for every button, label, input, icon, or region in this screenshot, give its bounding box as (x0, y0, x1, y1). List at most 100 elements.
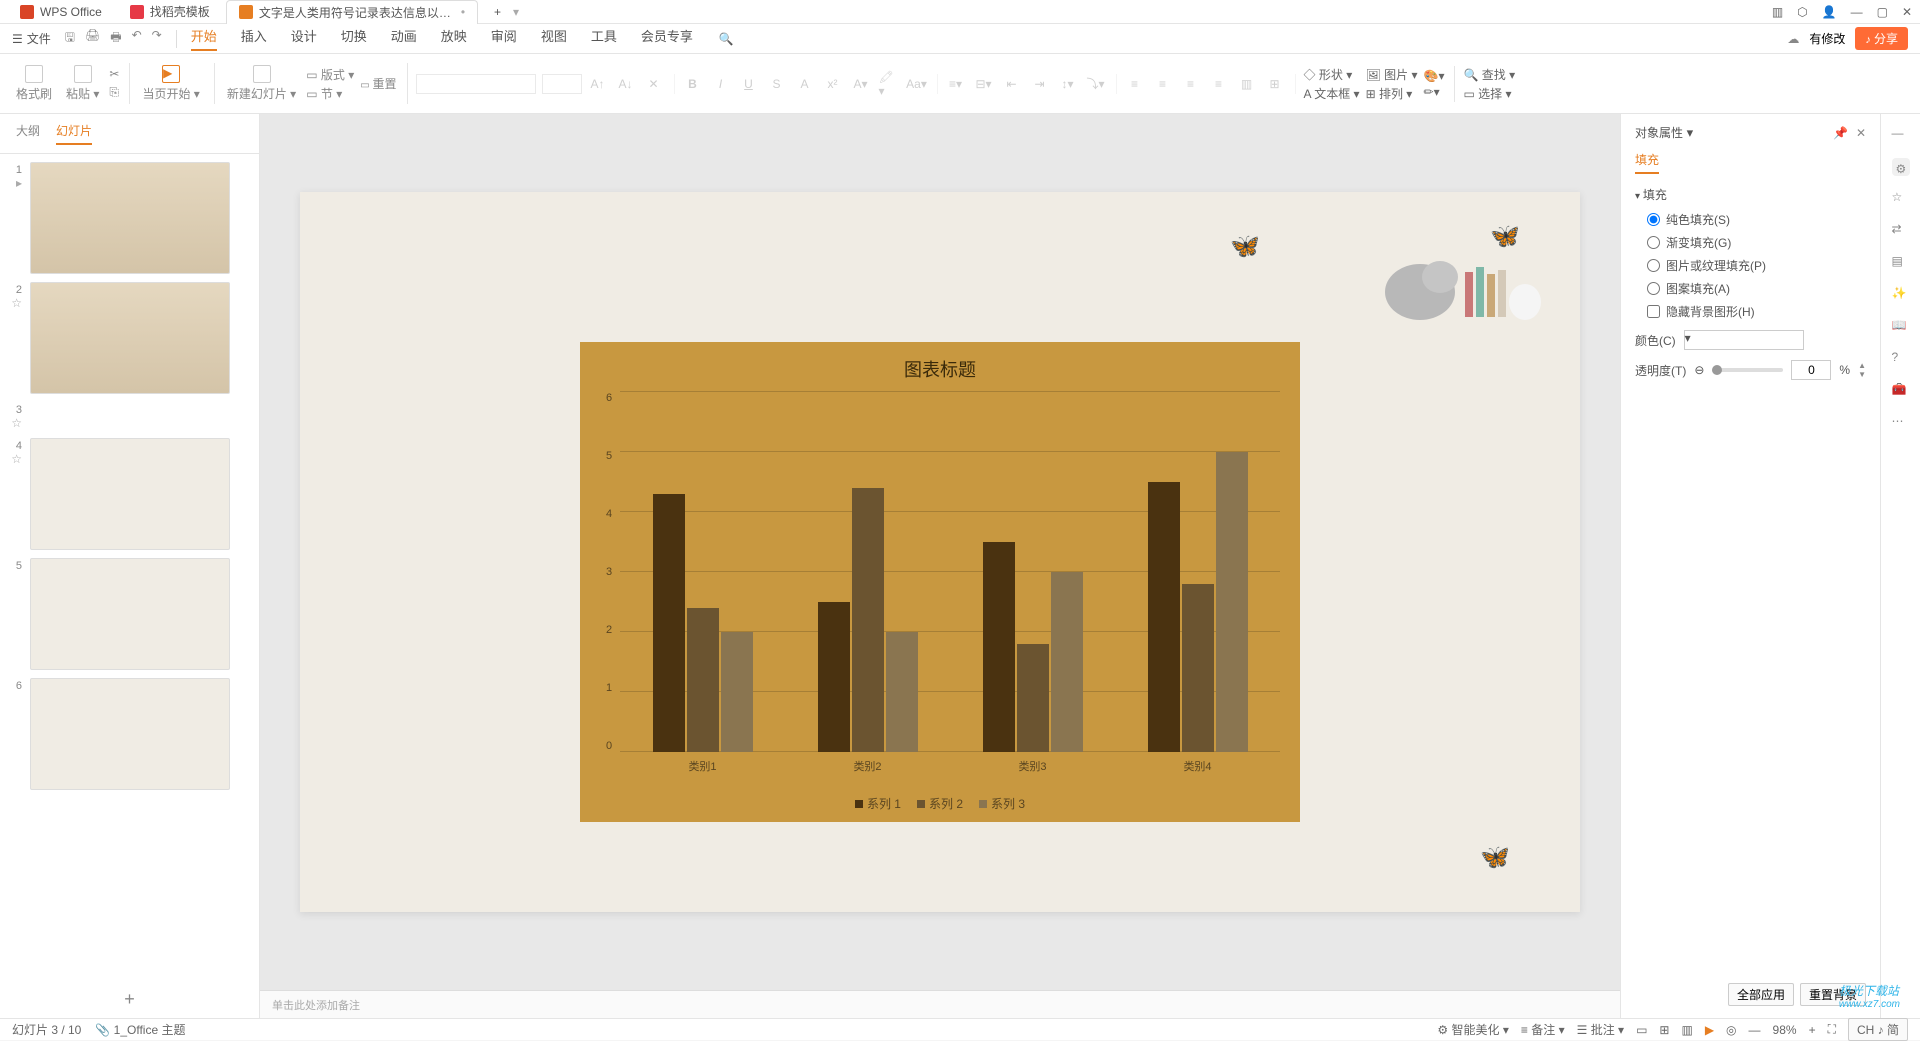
font-color-icon[interactable]: A▾ (851, 74, 871, 94)
align-right-icon[interactable]: ≡ (1181, 74, 1201, 94)
columns-icon[interactable]: ▥ (1237, 74, 1257, 94)
menu-view[interactable]: 视图 (541, 26, 567, 51)
transparency-slider[interactable] (1712, 368, 1783, 372)
apply-all-button[interactable]: 全部应用 (1728, 983, 1794, 1006)
ai-settings-icon[interactable]: ⚙ (1892, 158, 1910, 176)
view-normal-icon[interactable]: ▭ (1636, 1023, 1647, 1037)
align-center-icon[interactable]: ≡ (1153, 74, 1173, 94)
section-button[interactable]: ▭ 节 ▾ (306, 85, 354, 102)
share-button[interactable]: ♪ 分享 (1855, 27, 1908, 50)
zoom-out-icon[interactable]: — (1749, 1023, 1761, 1037)
shape-button[interactable]: ◇ 形状 ▾ (1304, 66, 1360, 83)
save-icon[interactable]: 🖫 (65, 28, 75, 49)
align-justify-icon[interactable]: ≡ (1209, 74, 1229, 94)
tab-templates[interactable]: 找稻壳模板 (118, 0, 222, 24)
transparency-input[interactable] (1791, 360, 1831, 380)
cube-icon[interactable]: ⬡ (1797, 5, 1807, 19)
view-reading-icon[interactable]: ▥ (1681, 1023, 1692, 1037)
texteffect-icon[interactable]: A (795, 74, 815, 94)
help-icon[interactable]: ? (1892, 350, 1910, 368)
collapse-icon[interactable]: — (1892, 126, 1910, 144)
theme-label[interactable]: 📎 1_Office 主题 (95, 1021, 185, 1038)
notes-toggle[interactable]: ≡ 备注 ▾ (1521, 1021, 1565, 1038)
decrease-font-icon[interactable]: A↓ (616, 74, 636, 94)
menu-start[interactable]: 开始 (191, 26, 217, 51)
avatar-icon[interactable]: 👤 (1822, 5, 1837, 19)
redo-icon[interactable]: ↷ (152, 28, 162, 49)
strikethrough-icon[interactable]: S (767, 74, 787, 94)
view-slideshow-icon[interactable]: ▶ (1705, 1023, 1714, 1037)
layout-button[interactable]: ▭ 版式 ▾ (306, 66, 354, 83)
fill-pattern-option[interactable]: 图案填充(A) (1647, 280, 1866, 297)
ime-indicator[interactable]: CH ♪ 简 (1848, 1018, 1908, 1041)
underline-icon[interactable]: U (739, 74, 759, 94)
hide-bg-option[interactable]: 隐藏背景图形(H) (1647, 303, 1866, 320)
italic-icon[interactable]: I (711, 74, 731, 94)
menu-transition[interactable]: 切换 (341, 26, 367, 51)
highlight-icon[interactable]: 🖍▾ (879, 74, 899, 94)
slide-thumb-5[interactable] (30, 558, 230, 670)
magic-icon[interactable]: ✨ (1892, 286, 1910, 304)
textbox-button[interactable]: A 文本框 ▾ (1304, 85, 1360, 102)
toolbox-icon[interactable]: 🧰 (1892, 382, 1910, 400)
find-button[interactable]: 🔍 查找 ▾ (1463, 66, 1515, 83)
fill-solid-option[interactable]: 纯色填充(S) (1647, 211, 1866, 228)
play-from-current-button[interactable]: ▶当页开始 ▾ (138, 63, 203, 104)
tab-wps-home[interactable]: WPS Office (8, 0, 114, 24)
transfer-icon[interactable]: ⇄ (1892, 222, 1910, 240)
star-icon[interactable]: ☆ (1892, 190, 1910, 208)
beautify-button[interactable]: ⚙ 智能美化 ▾ (1437, 1021, 1508, 1038)
indent-inc-icon[interactable]: ⇥ (1030, 74, 1050, 94)
slide-thumb-1[interactable] (30, 162, 230, 274)
more-icon[interactable]: ⋯ (1892, 414, 1910, 432)
undo-icon[interactable]: ↶ (132, 28, 142, 49)
outline-tab[interactable]: 大纲 (16, 122, 40, 145)
panel-icon[interactable]: ▥ (1772, 5, 1783, 19)
new-tab-button[interactable]: +▾ (482, 0, 531, 24)
slide-thumb-6[interactable] (30, 678, 230, 790)
clear-format-icon[interactable]: ✕ (644, 74, 664, 94)
zoom-in-icon[interactable]: + (1809, 1023, 1816, 1037)
fill-section-header[interactable]: 填充 (1635, 186, 1866, 203)
text-direction-icon[interactable]: ⤵▾ (1086, 74, 1106, 94)
fill-icon[interactable]: 🎨▾ (1424, 69, 1445, 83)
close-panel-icon[interactable]: ✕ (1856, 126, 1866, 140)
fullscreen-icon[interactable]: ⛶ (1828, 1022, 1836, 1037)
menu-tools[interactable]: 工具 (591, 26, 617, 51)
menu-review[interactable]: 审阅 (491, 26, 517, 51)
numbering-icon[interactable]: ⊟▾ (974, 74, 994, 94)
increase-font-icon[interactable]: A↑ (588, 74, 608, 94)
align-left-icon[interactable]: ≡ (1125, 74, 1145, 94)
comments-toggle[interactable]: ☰ 批注 ▾ (1577, 1021, 1624, 1038)
picture-button[interactable]: 🖼 图片 ▾ (1366, 66, 1418, 83)
slide-canvas[interactable]: 🦋 🦋 🦋 图表标题 0123456 类别1类别2类别3类别4 系列 1系列 2… (300, 192, 1580, 912)
menu-member[interactable]: 会员专享 (641, 26, 693, 51)
paste-button[interactable]: 粘贴 ▾ (62, 63, 103, 104)
tab-current-doc[interactable]: 文字是人类用符号记录表达信息以…• (226, 0, 478, 24)
minimize-button[interactable]: — (1851, 5, 1863, 19)
menu-design[interactable]: 设计 (291, 26, 317, 51)
fill-tab[interactable]: 填充 (1635, 151, 1659, 174)
fill-picture-option[interactable]: 图片或纹理填充(P) (1647, 257, 1866, 274)
bold-icon[interactable]: B (683, 74, 703, 94)
pin-icon[interactable]: 📌 (1833, 126, 1848, 140)
select-button[interactable]: ▭ 选择 ▾ (1463, 85, 1515, 102)
cut-icon[interactable]: ✂ (109, 67, 119, 81)
file-menu[interactable]: ☰文件 (12, 30, 51, 47)
print-icon[interactable]: 🖨 (85, 28, 100, 49)
zoom-level[interactable]: 98% (1773, 1023, 1797, 1037)
bullets-icon[interactable]: ≡▾ (946, 74, 966, 94)
cloud-sync-icon[interactable]: ☁ (1787, 32, 1799, 46)
superscript-icon[interactable]: x² (823, 74, 843, 94)
close-button[interactable]: ✕ (1902, 5, 1912, 19)
add-slide-button[interactable]: + (0, 981, 259, 1018)
font-size-select[interactable] (542, 74, 582, 94)
reset-button[interactable]: ▭ 重置 (360, 75, 396, 92)
menu-slideshow[interactable]: 放映 (441, 26, 467, 51)
menu-insert[interactable]: 插入 (241, 26, 267, 51)
book-icon[interactable]: 📖 (1892, 318, 1910, 336)
indent-dec-icon[interactable]: ⇤ (1002, 74, 1022, 94)
chart-object[interactable]: 图表标题 0123456 类别1类别2类别3类别4 系列 1系列 2系列 3 (580, 342, 1300, 822)
distribute-icon[interactable]: ⊞ (1265, 74, 1285, 94)
font-family-select[interactable] (416, 74, 536, 94)
